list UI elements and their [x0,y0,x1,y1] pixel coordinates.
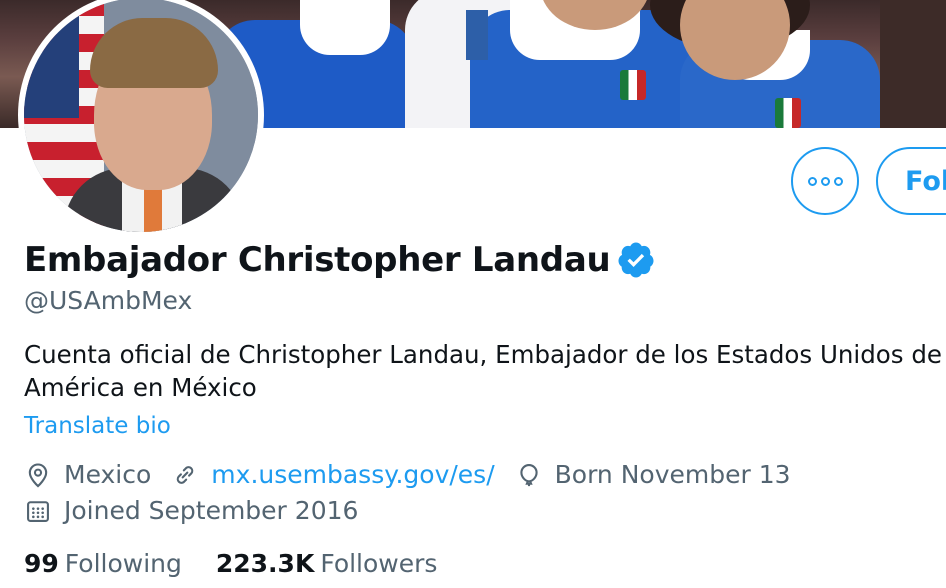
profile-handle: @USAmbMex [24,286,193,315]
profile-name-row: Embajador Christopher Landau [24,240,656,280]
profile-name: Embajador Christopher Landau [24,240,611,280]
birthday-item: Born November 13 [515,460,791,489]
follow-button-label: Follow [905,165,946,197]
profile-bio: Cuenta oficial de Christopher Landau, Em… [24,338,946,404]
birthday-text: Born November 13 [554,460,791,489]
more-options-button[interactable] [791,147,859,215]
bio-line: América en México [24,373,257,402]
follow-stats: 99 Following 223.3K Followers [24,549,471,578]
calendar-icon [27,500,49,522]
following-count: 99 [24,549,59,578]
followers-stat[interactable]: 223.3K Followers [216,549,438,578]
bio-line: Cuenta oficial de Christopher Landau, Em… [24,340,942,369]
location-item: Mexico [24,460,151,489]
location-text: Mexico [64,460,152,489]
followers-label: Followers [320,549,438,578]
profile-page: Follow Embajador Christopher Landau @USA… [0,0,946,588]
more-options-icon [807,176,817,186]
location-pin-icon [28,463,48,487]
follow-button[interactable]: Follow [876,147,946,215]
following-stat[interactable]: 99 Following [24,549,182,578]
verified-badge-icon [618,242,654,278]
link-icon [177,465,194,484]
joined-item: Joined September 2016 [24,496,358,525]
following-label: Following [64,549,182,578]
website-link[interactable]: mx.usembassy.gov/es/ [211,460,494,489]
website-item: mx.usembassy.gov/es/ [171,460,495,489]
joined-text: Joined September 2016 [64,496,359,525]
balloon-icon [519,463,538,486]
profile-meta-row: Mexico mx.usembassy.gov/es/ Born Novembe… [24,460,811,489]
followers-count: 223.3K [215,549,315,578]
profile-avatar[interactable] [18,0,264,238]
translate-bio-link[interactable]: Translate bio [24,413,171,439]
profile-meta-row: Joined September 2016 [24,496,378,525]
